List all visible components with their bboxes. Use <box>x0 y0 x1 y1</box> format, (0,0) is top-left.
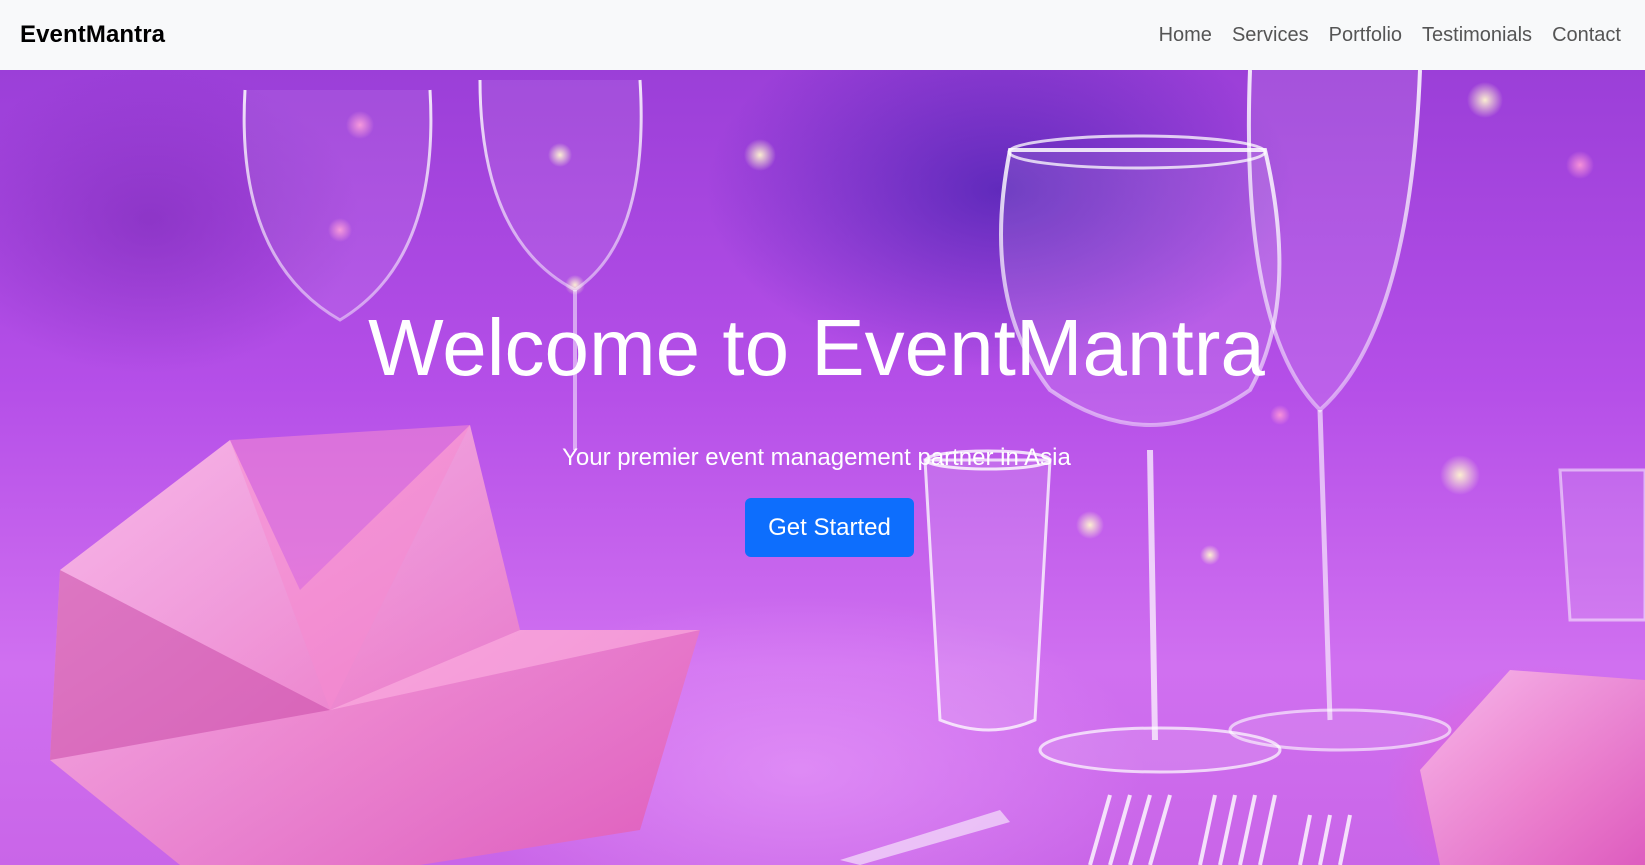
nav-link-testimonials[interactable]: Testimonials <box>1422 24 1532 47</box>
get-started-button[interactable]: Get Started <box>745 498 914 557</box>
nav-link-home[interactable]: Home <box>1159 24 1212 47</box>
navbar: EventMantra Home Services Portfolio Test… <box>0 0 1645 70</box>
nav-link-contact[interactable]: Contact <box>1552 24 1621 47</box>
hero-title: Welcome to EventMantra <box>368 303 1265 392</box>
nav-link-services[interactable]: Services <box>1232 24 1309 47</box>
hero-content: Welcome to EventMantra Your premier even… <box>0 70 1645 865</box>
nav-link-portfolio[interactable]: Portfolio <box>1329 24 1402 47</box>
nav-links: Home Services Portfolio Testimonials Con… <box>1159 24 1621 47</box>
brand-logo[interactable]: EventMantra <box>20 21 165 49</box>
hero-section: Welcome to EventMantra Your premier even… <box>0 70 1645 865</box>
hero-subtitle: Your premier event management partner in… <box>562 444 1071 471</box>
